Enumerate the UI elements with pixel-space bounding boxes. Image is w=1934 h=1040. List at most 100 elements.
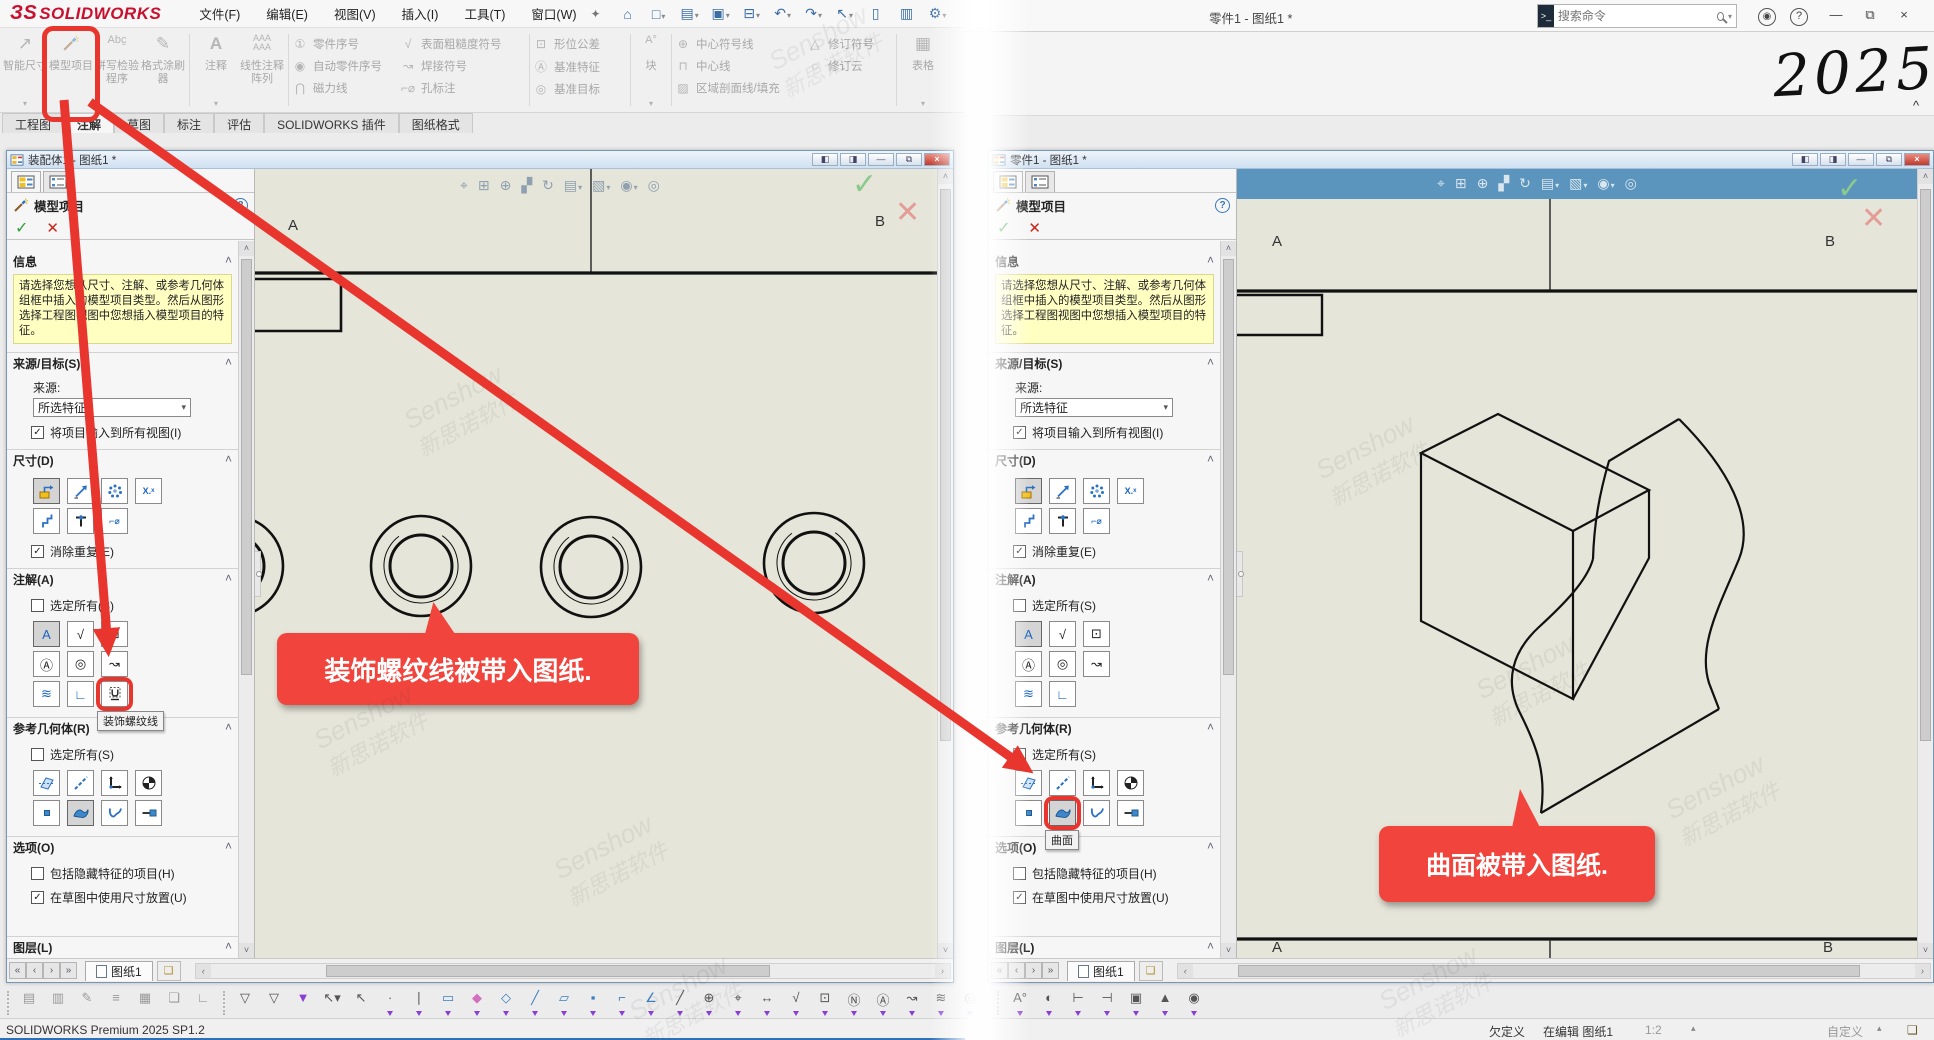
hole-callout-icon[interactable]: ⌐⌀ xyxy=(1083,508,1110,534)
collapse-icon[interactable]: ˄ xyxy=(1207,253,1214,270)
left-drawing-area[interactable]: ⌖⊞⊕▞↻▤▾▧▾◉▾◎ A B ✓ ✕ 装饰螺纹线被带入图纸. Senshow… xyxy=(255,169,937,958)
axes-icon[interactable] xyxy=(1049,770,1076,796)
end-treatments-icon[interactable]: ∟ xyxy=(67,681,94,707)
filter-note-icon[interactable]: A° xyxy=(1009,990,1031,1016)
datum-feature-button[interactable]: Ⓐ基准特征 xyxy=(533,58,627,75)
filter-solid-body-icon[interactable]: ◇ xyxy=(495,990,517,1016)
ok-button[interactable]: ✓ xyxy=(15,218,28,238)
cancel-button[interactable]: ✕ xyxy=(1028,219,1041,237)
display-style-icon[interactable]: ▧▾ xyxy=(592,177,610,194)
next-sheet-icon[interactable]: › xyxy=(1025,962,1042,979)
confirm-cancel-icon[interactable]: ✕ xyxy=(1861,201,1886,236)
new-document-icon[interactable]: □▾ xyxy=(648,6,670,22)
cancel-button[interactable]: ✕ xyxy=(46,219,59,237)
menu-item[interactable]: 插入(I) xyxy=(402,4,439,23)
right-vertical-scrollbar[interactable]: ˄˅ xyxy=(1917,169,1933,958)
zoom-in-out-icon[interactable]: ⊕ xyxy=(1477,175,1489,192)
datum-features-icon[interactable]: Ⓐ xyxy=(1015,651,1042,677)
filter-sketch-point-icon[interactable]: ▪ xyxy=(582,990,604,1016)
points-icon[interactable] xyxy=(33,800,60,826)
magnetic-line-button[interactable]: ⋂磁力线 xyxy=(292,80,400,96)
window-next-button[interactable]: ◨ xyxy=(840,153,866,166)
line-thickness-icon[interactable]: ✎ xyxy=(76,990,98,1016)
section-view-icon[interactable]: ▞ xyxy=(1498,175,1509,192)
datum-features-icon[interactable]: Ⓐ xyxy=(33,651,60,677)
display-style-icon[interactable]: ▧▾ xyxy=(1569,175,1587,192)
filter-connection-point-icon[interactable]: ⊢ xyxy=(1067,990,1089,1016)
import-all-views-checkbox[interactable]: ✓ xyxy=(31,426,44,439)
window-previous-button[interactable]: ◧ xyxy=(812,153,838,166)
collapse-icon[interactable]: ˄ xyxy=(1207,355,1214,372)
filter-datum-target-icon[interactable]: ◎ xyxy=(959,990,981,1016)
ok-button[interactable]: ✓ xyxy=(997,218,1010,238)
filter-clear-all-icon[interactable]: ▽ xyxy=(263,990,285,1016)
filter-stack-icon[interactable]: ▼ xyxy=(292,990,314,1016)
caterpillars-icon[interactable]: ≋ xyxy=(1015,681,1042,707)
rotate-view-icon[interactable]: ↻ xyxy=(1519,175,1531,192)
surface-finish-button[interactable]: √表面粗糙度符号 xyxy=(400,36,526,52)
filter-face-icon[interactable]: ▭ xyxy=(437,990,459,1016)
add-sheet-button[interactable]: ❏ xyxy=(1139,961,1163,981)
first-sheet-icon[interactable]: « xyxy=(9,962,26,979)
collapse-icon[interactable]: ˄ xyxy=(225,452,232,469)
filter-sketch-segment-icon[interactable]: ∠ xyxy=(640,990,662,1016)
curves-icon[interactable] xyxy=(1083,800,1110,826)
caterpillars-icon[interactable]: ≋ xyxy=(33,681,60,707)
options-gear-icon[interactable]: ⚙▾ xyxy=(927,5,949,22)
panel-splitter-handle[interactable] xyxy=(1237,551,1243,597)
color-display-mode-icon[interactable]: ❏ xyxy=(163,990,185,1016)
right-horizontal-scrollbar[interactable]: ‹› xyxy=(1177,963,1931,979)
window-minimize-button[interactable]: — xyxy=(868,153,894,166)
sheet-tab[interactable]: 图纸1 xyxy=(1067,961,1135,981)
planes-icon[interactable] xyxy=(1015,770,1042,796)
collapse-icon[interactable]: ˄ xyxy=(225,939,232,956)
section-view-icon[interactable]: ▞ xyxy=(521,177,532,194)
toleranced-dimensions-icon[interactable]: X.ˣ xyxy=(135,478,162,504)
filter-surface-body-icon[interactable]: ◆ xyxy=(466,990,488,1016)
sheet-tab[interactable]: 图纸1 xyxy=(85,961,153,981)
filter-midpoint-icon[interactable]: ╱ xyxy=(669,990,691,1016)
origins-icon[interactable] xyxy=(1117,770,1144,796)
window-minimize-button[interactable]: — xyxy=(1848,153,1874,166)
surface-finish-icon[interactable]: √ xyxy=(67,621,94,647)
filter-weld-icon[interactable]: ↝ xyxy=(901,990,923,1016)
cosmetic-threads-icon[interactable] xyxy=(101,681,128,707)
hole-wizard-locations-icon[interactable] xyxy=(33,508,60,534)
use-dim-placement-checkbox[interactable]: ✓ xyxy=(1013,891,1026,904)
weld-symbol-button[interactable]: ↝焊接符号 xyxy=(400,58,526,74)
window-close-button[interactable]: × xyxy=(1904,153,1930,166)
routing-points-icon[interactable] xyxy=(135,800,162,826)
featuremanager-tab[interactable] xyxy=(43,171,73,192)
hole-callout-icon[interactable]: ⌐⌀ xyxy=(101,508,128,534)
propertymanager-tab[interactable] xyxy=(993,171,1023,192)
print-icon[interactable]: ⊟▾ xyxy=(741,5,763,22)
confirm-check-icon[interactable]: ✓ xyxy=(1837,171,1862,206)
source-dropdown[interactable]: 所选特征▾ xyxy=(1015,398,1173,417)
zoom-fit-icon[interactable]: ⌖ xyxy=(1437,175,1445,192)
gtol-button[interactable]: ⊡形位公差 xyxy=(533,36,627,52)
filter-surface-finish-icon[interactable]: √ xyxy=(785,990,807,1016)
datum-targets-icon[interactable]: ◎ xyxy=(67,651,94,677)
menu-item[interactable]: 编辑(E) xyxy=(266,4,308,23)
scale-caret-icon[interactable]: ▴ xyxy=(1691,1023,1696,1034)
task-list-icon[interactable]: ▥ xyxy=(896,5,918,22)
filter-edge-icon[interactable]: ∣ xyxy=(408,990,430,1016)
area-hatch-button[interactable]: ▨区域剖面线/填充 xyxy=(675,80,807,96)
hole-wizard-profiles-icon[interactable] xyxy=(1049,508,1076,534)
collapse-icon[interactable]: ˄ xyxy=(225,355,232,372)
select-cursor-icon[interactable]: ↖▾ xyxy=(321,990,343,1016)
centerline-button[interactable]: ⊓中心线 xyxy=(675,58,807,74)
user-account-button[interactable]: ◉ xyxy=(1755,4,1779,26)
ribbon-tab[interactable]: 评估 xyxy=(214,113,264,133)
routing-points-icon[interactable] xyxy=(1117,800,1144,826)
tag-icon[interactable]: ❏ xyxy=(1907,1023,1918,1037)
lasso-cursor-icon[interactable]: ↖ xyxy=(350,990,372,1016)
eliminate-duplicates-checkbox[interactable]: ✓ xyxy=(31,545,44,558)
hole-callout-button[interactable]: ⌐⌀孔标注 xyxy=(400,80,526,96)
menu-item[interactable]: 视图(V) xyxy=(334,4,376,23)
tables-button[interactable]: ▦表格▾ xyxy=(900,30,946,110)
coordinate-systems-icon[interactable] xyxy=(1083,770,1110,796)
layer-properties-icon[interactable]: ▤ xyxy=(18,990,40,1016)
select-all-refgeo-checkbox[interactable] xyxy=(31,748,44,761)
select-all-annotations-checkbox[interactable] xyxy=(31,599,44,612)
